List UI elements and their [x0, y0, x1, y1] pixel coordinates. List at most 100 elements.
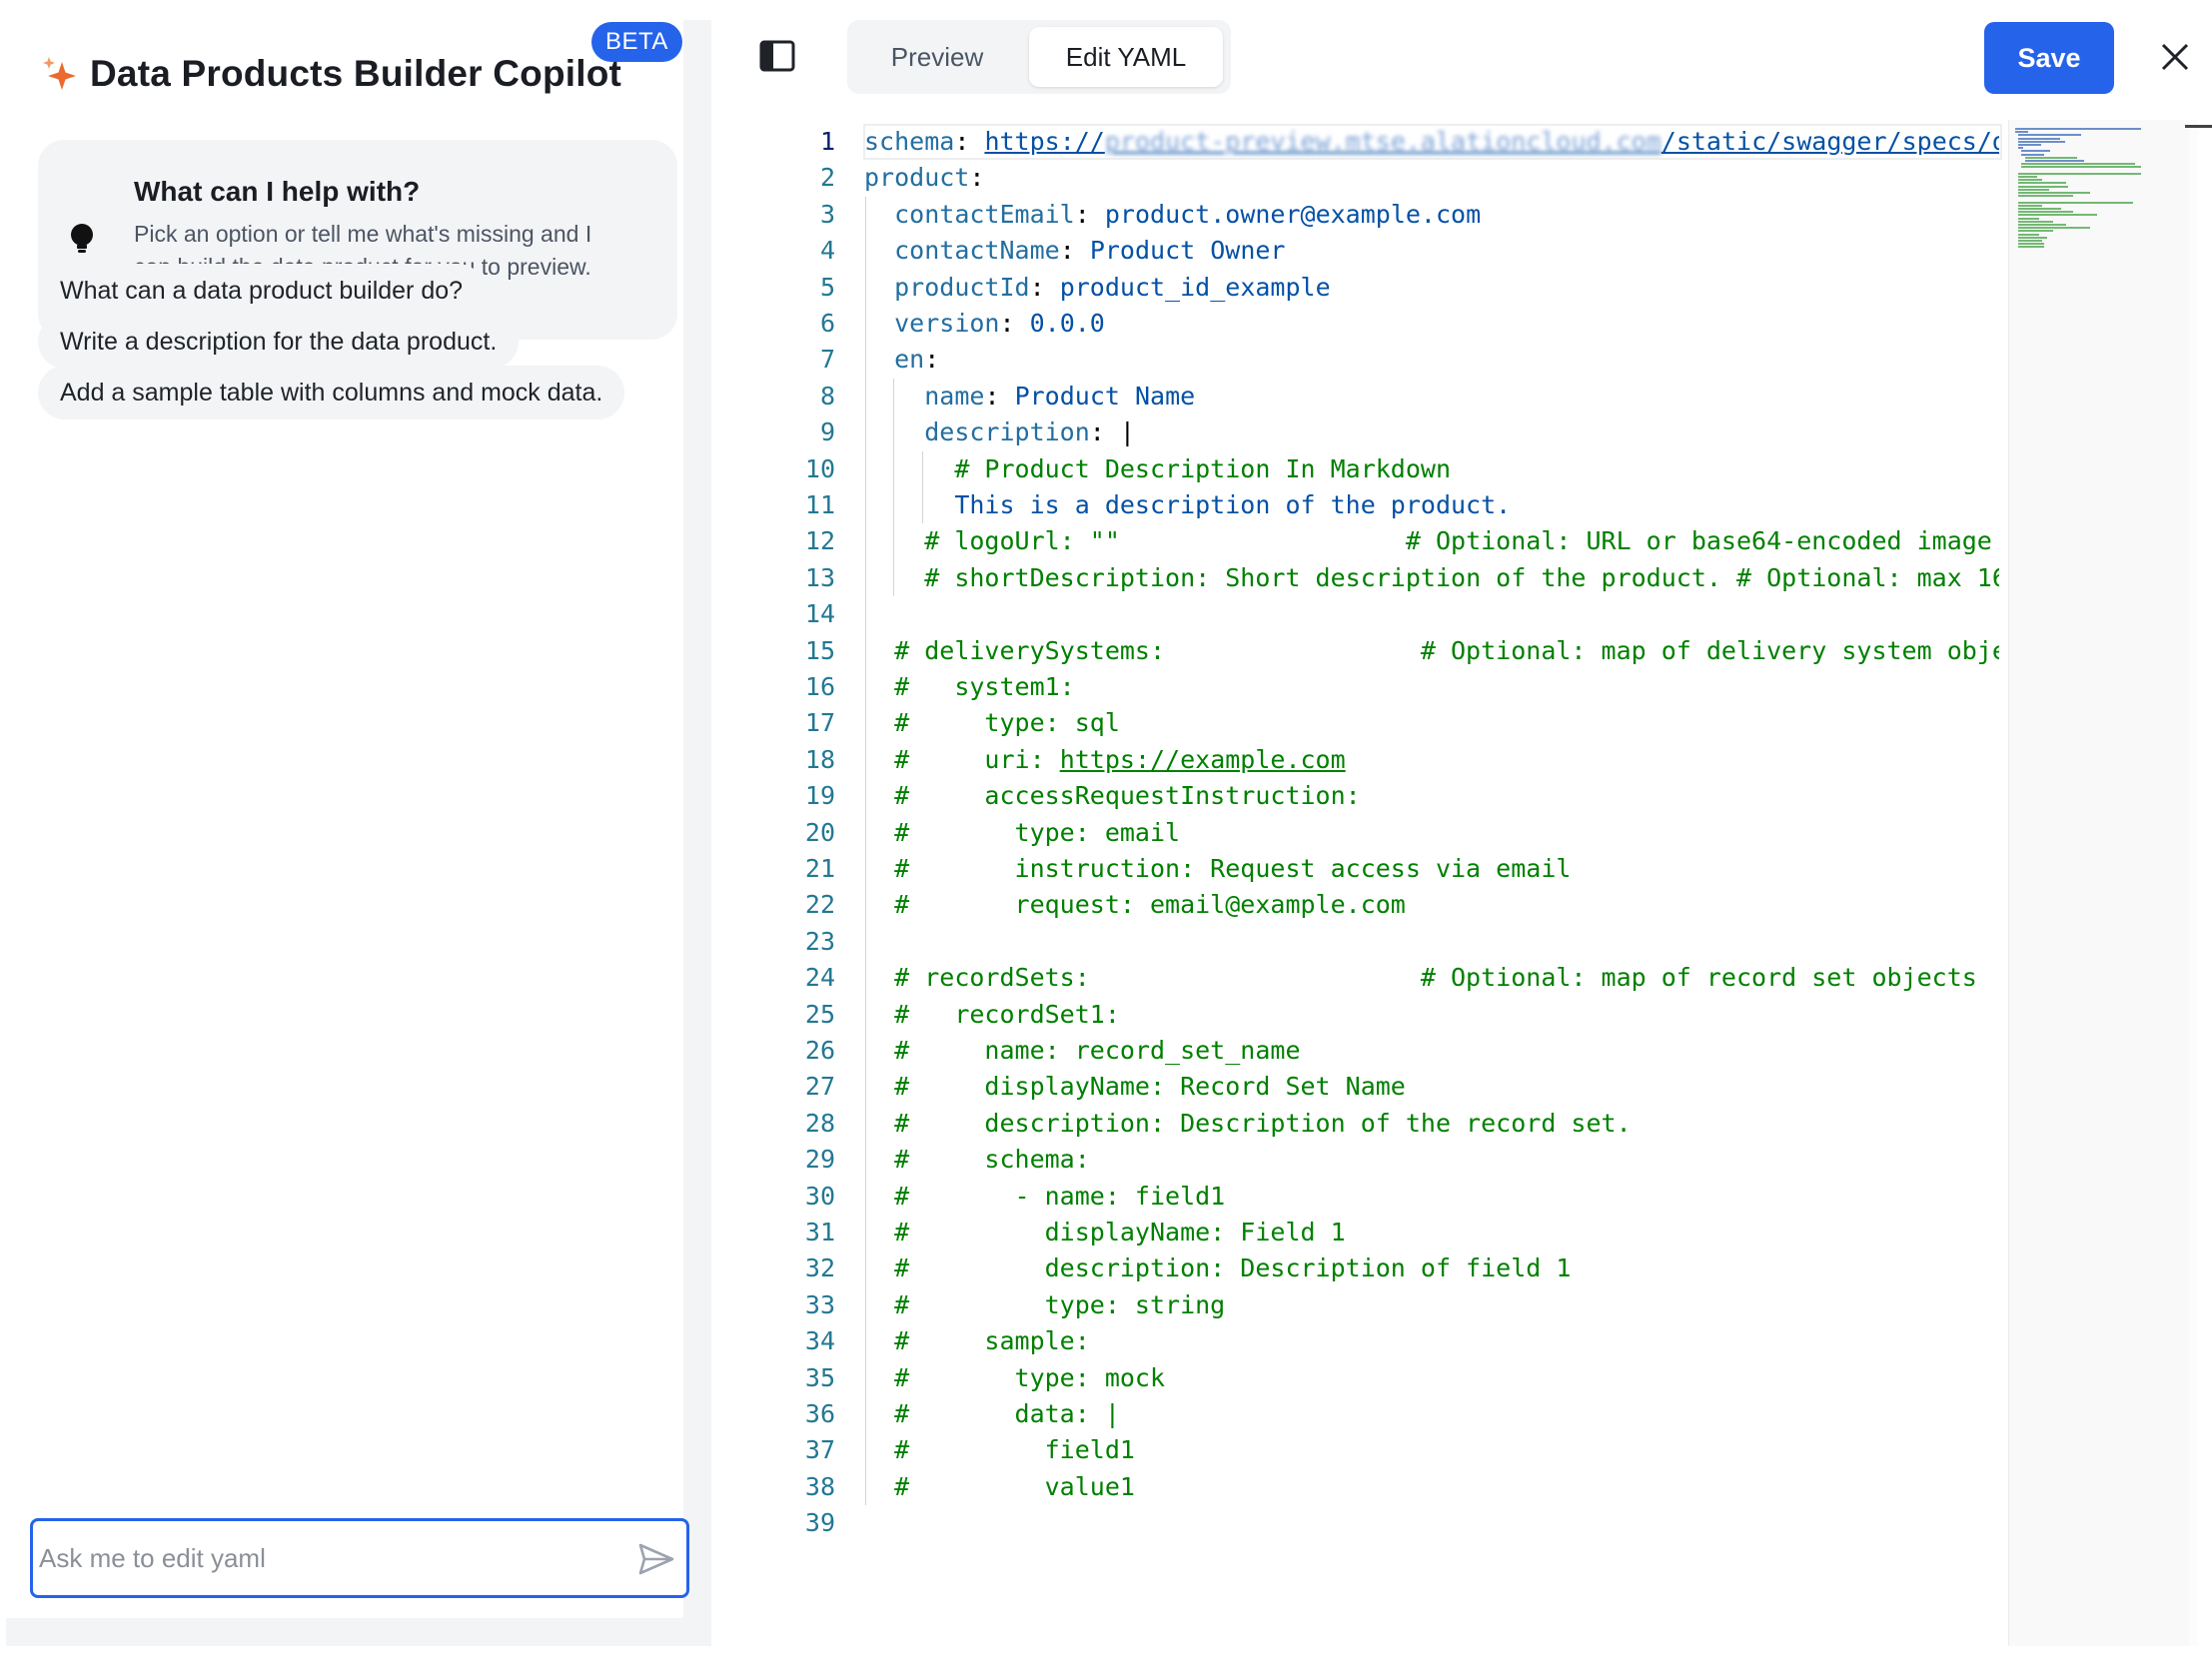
- line-number: 9: [819, 417, 835, 447]
- minimap-line: [2018, 140, 2065, 143]
- code-line[interactable]: name: Product Name: [864, 379, 1195, 415]
- code-line[interactable]: # type: mock: [864, 1360, 1165, 1396]
- minimap-line: [2018, 208, 2062, 210]
- line-number: 15: [804, 635, 835, 665]
- line-number: 20: [804, 817, 835, 847]
- code-line[interactable]: # description: Description of the record…: [864, 1106, 1632, 1142]
- beta-badge: BETA: [591, 22, 682, 62]
- minimap[interactable]: [2008, 120, 2198, 1646]
- minimap-line: [2018, 230, 2054, 233]
- line-number: 2: [819, 163, 835, 193]
- line-number: 24: [804, 963, 835, 993]
- app-root: Data Products Builder Copilot BETA What …: [0, 0, 2212, 1668]
- line-number: 14: [804, 599, 835, 629]
- suggestion-chip[interactable]: Add a sample table with columns and mock…: [38, 366, 625, 419]
- code-line[interactable]: # description: Description of field 1: [864, 1251, 1571, 1286]
- code-line[interactable]: # sample:: [864, 1323, 1090, 1359]
- code-line[interactable]: # field1: [864, 1432, 1135, 1468]
- line-number: 30: [804, 1181, 835, 1211]
- line-number: 19: [804, 781, 835, 811]
- minimap-line: [2018, 179, 2043, 182]
- minimap-line: [2018, 172, 2142, 175]
- minimap-line: [2018, 233, 2039, 236]
- code-line[interactable]: contactEmail: product.owner@example.com: [864, 197, 1481, 233]
- copilot-header: Data Products Builder Copilot: [40, 44, 621, 104]
- minimap-line: [2021, 166, 2142, 169]
- code-line[interactable]: # accessRequestInstruction:: [864, 778, 1361, 814]
- code-line[interactable]: # system1:: [864, 669, 1075, 705]
- line-number: 32: [804, 1253, 835, 1283]
- line-number: 1: [819, 127, 835, 156]
- minimap-line: [2018, 211, 2073, 214]
- code-line[interactable]: # uri: https://example.com: [864, 742, 1346, 778]
- line-number: 26: [804, 1036, 835, 1065]
- minimap-line: [2018, 176, 2038, 178]
- suggestion-chip[interactable]: What can a data product builder do?: [38, 264, 486, 318]
- code-line[interactable]: # request: email@example.com: [864, 887, 1406, 923]
- code-line[interactable]: contactName: Product Owner: [864, 233, 1285, 269]
- code-line[interactable]: schema: https://product-preview.mtse.ala…: [864, 124, 1999, 160]
- line-number: 8: [819, 381, 835, 411]
- code-line[interactable]: # value1: [864, 1469, 1135, 1505]
- code-line[interactable]: # instruction: Request access via email: [864, 851, 1571, 887]
- line-number: 11: [804, 490, 835, 519]
- minimap-line: [2018, 147, 2023, 150]
- code-area[interactable]: schema: https://product-preview.mtse.ala…: [864, 120, 1999, 1646]
- line-number: 27: [804, 1072, 835, 1102]
- code-line[interactable]: # recordSets: # Optional: map of record …: [864, 960, 1977, 996]
- scrollbar-marker: [2185, 125, 2212, 128]
- minimap-slider[interactable]: [2009, 120, 2189, 1646]
- code-line[interactable]: # name: record_set_name: [864, 1033, 1300, 1069]
- code-line[interactable]: # logoUrl: "" # Optional: URL or base64-…: [864, 523, 1992, 559]
- line-number: 17: [804, 708, 835, 738]
- sparkle-icon: [43, 57, 76, 90]
- code-line[interactable]: en:: [864, 342, 939, 378]
- minimap-line: [2018, 144, 2041, 146]
- copilot-title: Data Products Builder Copilot: [90, 53, 622, 94]
- send-icon[interactable]: [638, 1543, 674, 1575]
- code-line[interactable]: # deliverySystems: # Optional: map of de…: [864, 633, 1999, 669]
- close-icon[interactable]: [2160, 42, 2190, 72]
- minimap-line: [2018, 246, 2044, 249]
- line-number: 7: [819, 345, 835, 375]
- code-line[interactable]: # Product Description In Markdown: [864, 451, 1451, 487]
- code-line[interactable]: description: |: [864, 415, 1135, 450]
- save-button[interactable]: Save: [1984, 22, 2114, 94]
- code-line[interactable]: # displayName: Field 1: [864, 1215, 1346, 1251]
- code-line[interactable]: # type: sql: [864, 705, 1120, 741]
- code-line[interactable]: # data: |: [864, 1396, 1120, 1432]
- lightbulb-icon: [71, 224, 93, 253]
- line-number: 25: [804, 999, 835, 1029]
- line-number: 22: [804, 890, 835, 920]
- indent-guide: [865, 196, 866, 1506]
- minimap-line: [2018, 217, 2039, 220]
- tab-preview[interactable]: Preview: [855, 27, 1019, 87]
- tab-edit-yaml[interactable]: Edit YAML: [1029, 27, 1223, 87]
- minimap-line: [2015, 131, 2028, 134]
- code-line[interactable]: # type: email: [864, 815, 1180, 851]
- minimap-line: [2018, 185, 2068, 188]
- minimap-line: [2018, 240, 2043, 242]
- line-number: 33: [804, 1289, 835, 1319]
- minimap-line: [2018, 188, 2049, 191]
- code-line[interactable]: version: 0.0.0: [864, 306, 1105, 342]
- code-line[interactable]: # type: string: [864, 1287, 1225, 1323]
- line-number: 5: [819, 272, 835, 302]
- line-number: 35: [804, 1362, 835, 1392]
- code-line[interactable]: product:: [864, 160, 984, 196]
- chat-input[interactable]: [39, 1527, 598, 1589]
- code-line[interactable]: # recordSet1:: [864, 997, 1120, 1033]
- code-line[interactable]: # shortDescription: Short description of…: [864, 560, 1999, 596]
- copilot-panel: Data Products Builder Copilot BETA What …: [6, 20, 711, 1646]
- code-line[interactable]: # displayName: Record Set Name: [864, 1069, 1406, 1105]
- suggestion-chip[interactable]: Write a description for the data product…: [38, 315, 520, 369]
- code-line[interactable]: # schema:: [864, 1142, 1090, 1178]
- yaml-editor[interactable]: 1 2 3 4 5 6 7 8 9 10 11 12 13 14 15 16 17 18 19 20 21 22 23 24 2…: [743, 120, 2212, 1646]
- minimap-line: [2021, 163, 2135, 166]
- code-line[interactable]: This is a description of the product.: [864, 487, 1511, 523]
- code-line[interactable]: productId: product_id_example: [864, 270, 1331, 306]
- toggle-sidebar-icon[interactable]: [759, 40, 795, 72]
- code-line[interactable]: # - name: field1: [864, 1179, 1225, 1215]
- minimap-line: [2018, 192, 2091, 194]
- minimap-line: [2024, 160, 2084, 162]
